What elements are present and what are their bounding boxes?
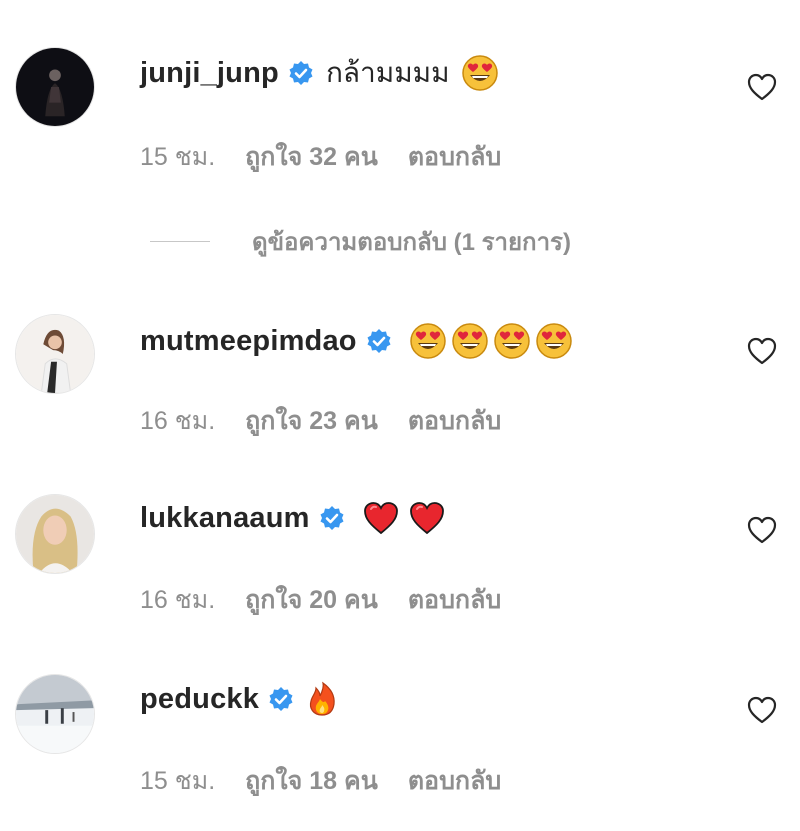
comment-text: กล้ามมมม [325,57,450,88]
reply-button[interactable]: ตอบกลับ [408,580,501,620]
comment-likes[interactable]: ถูกใจ 20 คน [245,580,378,620]
red-heart-emoji-icon [409,502,444,535]
reply-button[interactable]: ตอบกลับ [408,137,501,177]
reply-button[interactable]: ตอบกลับ [408,761,501,801]
verified-badge-icon [367,329,391,353]
view-replies-label: ดูข้อความตอบกลับ (1 รายการ) [252,229,571,256]
view-replies-button[interactable]: ดูข้อความตอบกลับ (1 รายการ) [150,222,571,261]
divider [150,241,210,242]
like-heart-icon[interactable] [746,515,778,545]
comment-likes[interactable]: ถูกใจ 18 คน [245,761,378,801]
like-heart-icon[interactable] [746,72,778,102]
comment-item: junji_junp กล้ามมมม 15 ชม. ถูกใจ 32 คน ต… [0,40,800,180]
comment-item: peduckk 15 ชม. ถูกใจ 18 คน ตอบกลับ [0,664,800,804]
comment-likes[interactable]: ถูกใจ 32 คน [245,137,378,177]
avatar[interactable] [15,314,95,394]
comment-time[interactable]: 15 ชม. [140,761,215,801]
comment-username[interactable]: junji_junp [140,57,279,90]
heart-eyes-emoji-icon [535,323,572,359]
heart-eyes-emoji-icon [409,323,446,359]
heart-eyes-emoji-icon [451,323,488,359]
red-heart-emoji-icon [363,502,398,535]
avatar[interactable] [15,47,95,127]
avatar[interactable] [15,494,95,574]
comment-time[interactable]: 15 ชม. [140,137,215,177]
heart-eyes-emoji-icon [493,323,530,359]
comment-username[interactable]: peduckk [140,683,259,716]
comment-time[interactable]: 16 ชม. [140,401,215,441]
avatar[interactable] [15,674,95,754]
fire-emoji-icon [309,681,335,716]
like-heart-icon[interactable] [746,336,778,366]
heart-eyes-emoji-icon [461,55,498,91]
comment-likes[interactable]: ถูกใจ 23 คน [245,401,378,441]
like-heart-icon[interactable] [746,695,778,725]
verified-badge-icon [320,506,344,530]
verified-badge-icon [269,687,293,711]
comment-time[interactable]: 16 ชม. [140,580,215,620]
comment-item: mutmeepimdao 16 ชม. ถูกใจ 23 คน ตอบกลับ [0,304,800,444]
comment-username[interactable]: lukkanaaum [140,502,310,535]
comment-username[interactable]: mutmeepimdao [140,325,357,358]
reply-button[interactable]: ตอบกลับ [408,401,501,441]
verified-badge-icon [289,61,313,85]
comment-item: lukkanaaum 16 ชม. ถูกใจ 20 คน ตอบกลับ [0,484,800,624]
